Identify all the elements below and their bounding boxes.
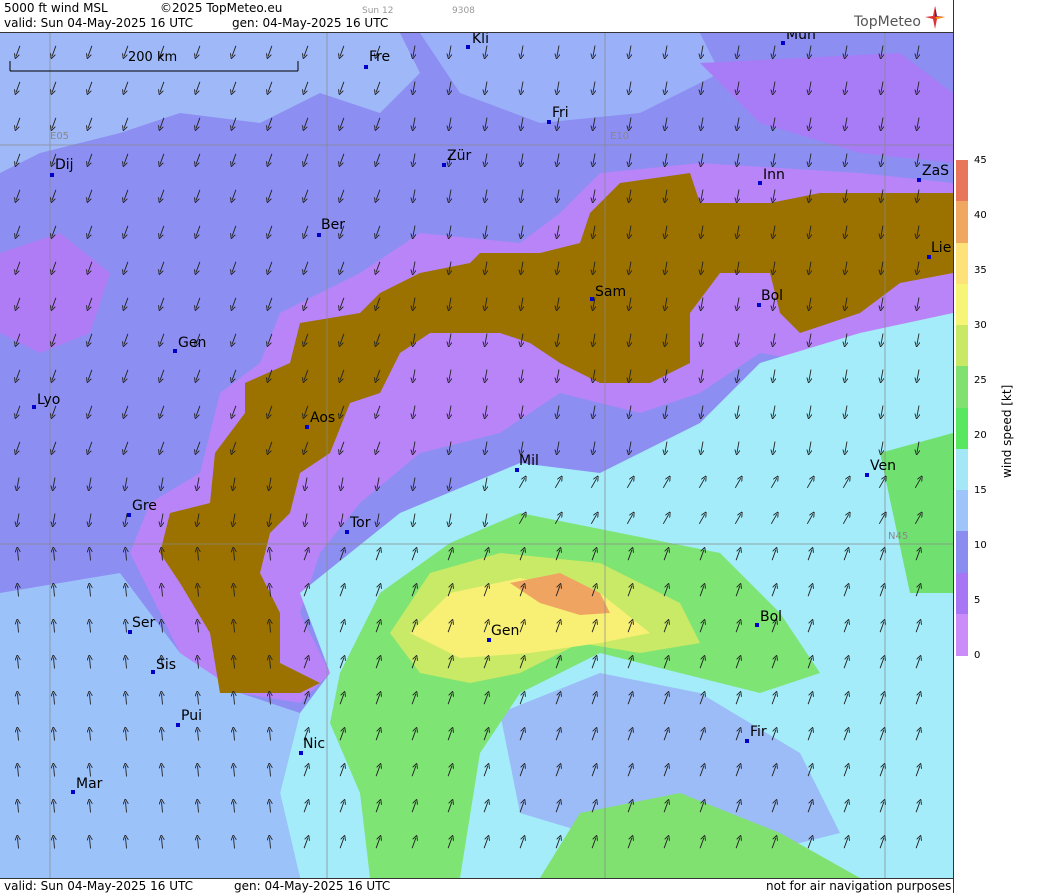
legend-color-step [956, 242, 968, 285]
legend-color-step [956, 572, 968, 615]
wind-map[interactable]: 200 km E05 E10 N45 Kli Mün Fre Fri Dij Z… [0, 33, 953, 878]
footer-generation-time: gen: 04-May-2025 16 UTC [234, 879, 391, 893]
city-label-gen-it[interactable]: Gen [491, 623, 519, 639]
topmeteo-logo-text: TopMeteo [854, 14, 921, 30]
map-footer: valid: Sun 04-May-2025 16 UTC gen: 04-Ma… [0, 878, 953, 894]
compass-star-icon [925, 6, 945, 29]
city-label-lyo[interactable]: Lyo [37, 392, 60, 408]
product-title: 5000 ft wind MSL [4, 1, 108, 15]
city-marker [442, 163, 446, 167]
legend-color-step [956, 201, 968, 244]
city-marker [176, 723, 180, 727]
city-label-mar[interactable]: Mar [76, 776, 102, 792]
header-small-label: Sun 12 [362, 6, 394, 16]
legend-tick: 0 [974, 650, 981, 661]
map-header: 5000 ft wind MSL ©2025 TopMeteo.eu valid… [0, 0, 953, 33]
city-marker [466, 45, 470, 49]
legend-tick: 20 [974, 430, 987, 441]
city-label-aos[interactable]: Aos [310, 410, 335, 426]
legend-color-step [956, 448, 968, 491]
city-label-fir[interactable]: Fir [750, 724, 767, 740]
city-label-sis[interactable]: Sis [156, 657, 176, 673]
city-label-ven[interactable]: Ven [870, 458, 896, 474]
city-marker [917, 178, 921, 182]
legend-tick: 40 [974, 210, 987, 221]
legend-colorbar [956, 160, 968, 656]
wind-speed-legend: 45 40 35 30 25 20 15 10 5 0 [953, 0, 1045, 893]
copyright-text: ©2025 TopMeteo.eu [160, 1, 283, 15]
footer-valid-time: valid: Sun 04-May-2025 16 UTC [4, 879, 193, 893]
city-label-gre[interactable]: Gre [132, 498, 157, 514]
legend-color-step [956, 366, 968, 409]
city-marker [305, 425, 309, 429]
city-label-ber[interactable]: Ber [321, 217, 345, 233]
header-small-code: 9308 [452, 6, 475, 16]
city-label-zur[interactable]: Zür [447, 148, 471, 164]
legend-color-step [956, 283, 968, 326]
city-label-bol-south[interactable]: Bol [760, 609, 782, 625]
city-marker [345, 530, 349, 534]
city-marker [32, 405, 36, 409]
city-marker [364, 65, 368, 69]
city-label-sam[interactable]: Sam [595, 284, 626, 300]
legend-tick: 45 [974, 155, 987, 166]
legend-color-step [956, 490, 968, 533]
city-label-mun[interactable]: Mün [786, 33, 816, 43]
city-label-inn[interactable]: Inn [763, 167, 785, 183]
legend-color-step [956, 325, 968, 368]
legend-color-step [956, 407, 968, 450]
legend-color-step [956, 613, 968, 656]
legend-tick: 35 [974, 265, 987, 276]
city-label-mil[interactable]: Mil [519, 453, 539, 469]
city-label-kli[interactable]: Kli [472, 33, 489, 47]
grid-label-e10: E10 [610, 131, 630, 142]
city-label-fri[interactable]: Fri [552, 105, 569, 121]
city-marker [71, 790, 75, 794]
legend-tick: 5 [974, 595, 981, 606]
city-label-fre[interactable]: Fre [369, 49, 390, 65]
city-marker [590, 297, 594, 301]
city-label-gen-ch[interactable]: Gen [178, 335, 206, 351]
city-marker [151, 670, 155, 674]
scale-bar-label: 200 km [128, 50, 178, 65]
city-marker [781, 41, 785, 45]
city-label-dij[interactable]: Dij [55, 157, 74, 173]
legend-tick: 10 [974, 540, 987, 551]
map-canvas [0, 33, 953, 878]
city-label-bol-north[interactable]: Bol [761, 288, 783, 304]
legend-tick: 30 [974, 320, 987, 331]
legend-color-step [956, 160, 968, 203]
city-marker [50, 173, 54, 177]
city-marker [547, 120, 551, 124]
city-label-ser[interactable]: Ser [132, 615, 155, 631]
city-label-pui[interactable]: Pui [181, 708, 202, 724]
legend-color-step [956, 531, 968, 574]
city-marker [127, 513, 131, 517]
city-label-lie[interactable]: Lie [931, 240, 951, 256]
legend-tick: 25 [974, 375, 987, 386]
generation-time: gen: 04-May-2025 16 UTC [232, 16, 389, 30]
valid-time: valid: Sun 04-May-2025 16 UTC [4, 16, 193, 30]
city-marker [317, 233, 321, 237]
city-marker [745, 739, 749, 743]
footer-disclaimer: not for air navigation purposes [766, 879, 952, 893]
city-marker [758, 181, 762, 185]
grid-label-n45: N45 [888, 531, 909, 542]
city-label-nic[interactable]: Nic [303, 736, 325, 752]
city-marker [865, 473, 869, 477]
city-label-tor[interactable]: Tor [350, 515, 371, 531]
legend-tick: 15 [974, 485, 987, 496]
city-label-zas[interactable]: ZaS [922, 163, 949, 179]
city-marker [755, 623, 759, 627]
grid-label-e05: E05 [50, 131, 70, 142]
city-marker [173, 349, 177, 353]
legend-unit-label: wind speed [kt] [1000, 384, 1014, 478]
